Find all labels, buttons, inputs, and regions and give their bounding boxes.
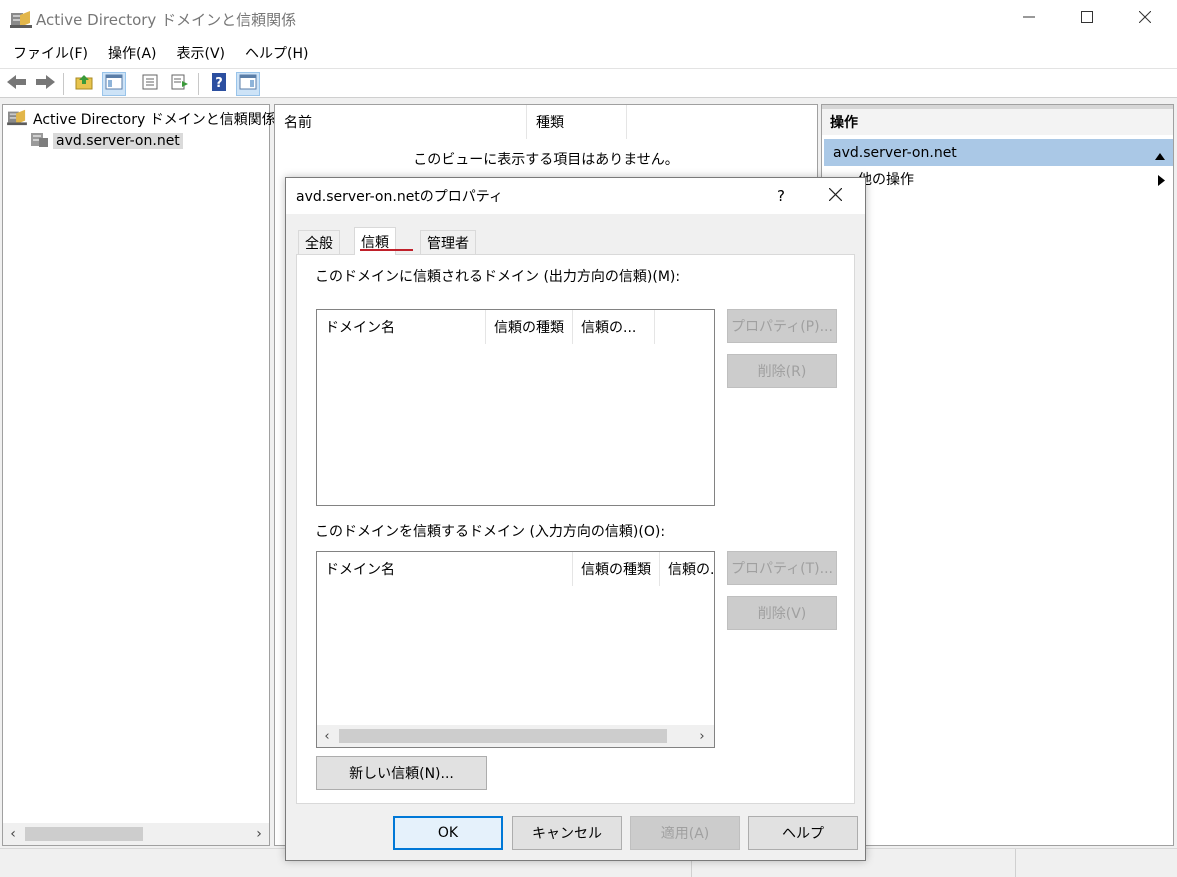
toolbar: ? (0, 68, 1177, 98)
scroll-left-icon[interactable]: ‹ (317, 725, 337, 747)
action-section-label: avd.server-on.net (833, 144, 957, 161)
help-book-icon: ? (211, 73, 227, 95)
outgoing-remove-button[interactable]: 削除(R) (727, 354, 837, 388)
menu-file[interactable]: ファイル(F) (13, 43, 88, 63)
dialog-help-button[interactable]: ? (777, 178, 785, 214)
properties-dialog: avd.server-on.netのプロパティ ? 全般 信頼 管理者 このドメ… (285, 177, 866, 861)
scroll-thumb[interactable] (339, 729, 667, 743)
dialog-title-bar: avd.server-on.netのプロパティ ? (286, 178, 865, 214)
domain-icon (29, 130, 49, 152)
close-icon (1138, 10, 1152, 27)
tree-horizontal-scrollbar[interactable]: ‹ › (3, 823, 269, 845)
incoming-col-domain-name[interactable]: ドメイン名 (317, 552, 573, 586)
incoming-list-horizontal-scrollbar[interactable]: ‹ › (317, 725, 714, 747)
collapse-up-icon[interactable] (1155, 148, 1165, 164)
menu-action[interactable]: 操作(A) (108, 43, 157, 63)
back-button[interactable] (5, 72, 29, 96)
up-one-level-button[interactable] (72, 72, 96, 96)
forward-arrow-icon (35, 74, 55, 94)
action-pane: 操作 avd.server-on.net 他の操作 (821, 104, 1174, 846)
outgoing-col-trust-type[interactable]: 信頼の種類 (486, 310, 573, 344)
minimize-button[interactable] (1000, 0, 1058, 38)
back-arrow-icon (7, 74, 27, 94)
apply-button[interactable]: 適用(A) (630, 816, 740, 850)
ad-domains-icon (7, 108, 27, 130)
incoming-properties-button[interactable]: プロパティ(T)... (727, 551, 837, 585)
outgoing-col-domain-name[interactable]: ドメイン名 (317, 310, 486, 344)
folder-up-icon (75, 74, 93, 94)
help-button[interactable]: ヘルプ (748, 816, 858, 850)
svg-text:?: ? (215, 76, 223, 91)
outgoing-trusts-list[interactable]: ドメイン名 信頼の種類 信頼の... (316, 309, 715, 506)
help-toolbar-button[interactable]: ? (207, 72, 231, 96)
menu-view[interactable]: 表示(V) (177, 43, 226, 63)
more-actions-label: 他の操作 (858, 172, 914, 188)
new-trust-button[interactable]: 新しい信頼(N)... (316, 756, 487, 790)
dialog-close-button[interactable] (817, 178, 853, 214)
outgoing-properties-button[interactable]: プロパティ(P)... (727, 309, 837, 343)
empty-list-message: このビューに表示する項目はありません。 (413, 152, 679, 168)
action-pane-icon (239, 74, 257, 94)
incoming-remove-button[interactable]: 削除(V) (727, 596, 837, 630)
tree-root-node[interactable]: Active Directory ドメインと信頼関係 [ A (7, 108, 300, 130)
close-icon (828, 187, 842, 205)
trusts-tab-panel: このドメインに信頼されるドメイン (出力方向の信頼)(M): ドメイン名 信頼の… (296, 254, 855, 804)
properties-toolbar-button[interactable] (138, 72, 162, 96)
scroll-right-icon[interactable]: › (692, 725, 712, 747)
dialog-title: avd.server-on.netのプロパティ (296, 189, 503, 205)
tree-node-domain-label: avd.server-on.net (53, 133, 183, 149)
incoming-col-trust-transitive[interactable]: 信頼の. (660, 552, 714, 586)
action-section-domain[interactable]: avd.server-on.net (824, 139, 1173, 166)
cancel-button[interactable]: キャンセル (512, 816, 622, 850)
console-tree-pane: Active Directory ドメインと信頼関係 [ A avd.serve… (2, 104, 300, 846)
tab-managed-by[interactable]: 管理者 (420, 230, 476, 254)
ok-button[interactable]: OK (393, 816, 503, 850)
outgoing-col-trust-transitive[interactable]: 信頼の... (573, 310, 655, 344)
menu-help[interactable]: ヘルプ(H) (245, 43, 308, 63)
scroll-right-icon[interactable]: › (249, 823, 269, 845)
close-button[interactable] (1116, 0, 1174, 38)
active-tab-indicator (360, 249, 413, 251)
ad-domains-app-icon (10, 9, 32, 29)
tree-root-label: Active Directory ドメインと信頼関係 [ A (33, 112, 300, 128)
incoming-col-trust-type[interactable]: 信頼の種類 (573, 552, 660, 586)
maximize-icon (1081, 11, 1093, 27)
tree-node-domain[interactable]: avd.server-on.net (29, 130, 183, 152)
scroll-thumb[interactable] (25, 827, 143, 841)
title-bar: Active Directory ドメインと信頼関係 (0, 0, 1177, 38)
action-pane-header: 操作 (822, 105, 1173, 135)
column-header-name[interactable]: 名前 (275, 105, 527, 139)
submenu-arrow-icon (1158, 174, 1165, 190)
scroll-left-icon[interactable]: ‹ (3, 823, 23, 845)
minimize-icon (1023, 11, 1035, 27)
export-list-icon (171, 74, 189, 94)
show-hide-action-pane-button[interactable] (236, 72, 260, 96)
action-more-actions[interactable]: 他の操作 (858, 169, 914, 189)
window-title: Active Directory ドメインと信頼関係 (36, 10, 297, 29)
outgoing-trusts-label: このドメインに信頼されるドメイン (出力方向の信頼)(M): (315, 269, 681, 285)
toolbar-separator (198, 73, 199, 95)
menu-bar: ファイル(F) 操作(A) 表示(V) ヘルプ(H) (0, 38, 1177, 68)
incoming-trusts-label: このドメインを信頼するドメイン (入力方向の信頼)(O): (315, 524, 666, 540)
properties-icon (141, 74, 159, 94)
maximize-button[interactable] (1058, 0, 1116, 38)
toolbar-separator (63, 73, 64, 95)
incoming-trusts-list[interactable]: ドメイン名 信頼の種類 信頼の. ‹ › (316, 551, 715, 748)
tab-general[interactable]: 全般 (298, 230, 340, 254)
console-tree-icon (105, 74, 123, 94)
show-hide-console-tree-button[interactable] (102, 72, 126, 96)
export-list-button[interactable] (168, 72, 192, 96)
column-header-type[interactable]: 種類 (527, 105, 627, 139)
forward-button[interactable] (33, 72, 57, 96)
